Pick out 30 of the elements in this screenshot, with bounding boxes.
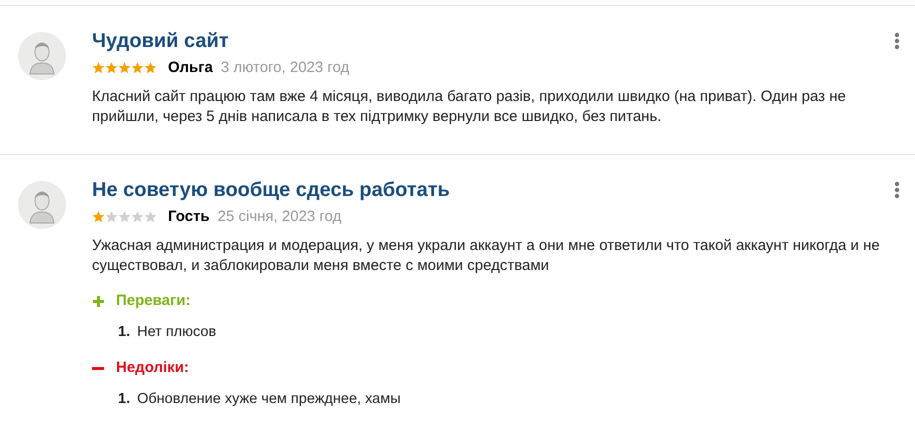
review-title[interactable]: Не советую вообще сдесь работать <box>92 177 450 203</box>
review-title[interactable]: Чудовий сайт <box>92 28 229 54</box>
section-heading: Недоліки: <box>116 358 189 378</box>
star-icon <box>118 211 131 223</box>
review-date: 3 лютого, 2023 год <box>220 58 350 78</box>
star-icon <box>105 62 118 74</box>
review-text: Класний сайт працюю там вже 4 місяця, виводила багато разів, приходили швидко (на приват). Один раз не прийшли, через 5 днів написала в тех підтримку вернули все швидко, без питань. <box>92 87 847 127</box>
list-number: 1. <box>118 390 130 410</box>
star-icon <box>144 62 157 74</box>
list-number: 1. <box>118 323 130 342</box>
star-icon <box>92 62 105 74</box>
list-item-text: Обновление хуже чем прежднее, хамы <box>137 390 401 410</box>
avatar-icon <box>18 181 66 229</box>
star-icon <box>105 211 118 223</box>
minus-icon <box>92 366 104 370</box>
more-options-icon[interactable] <box>894 181 900 199</box>
star-icon <box>118 62 131 74</box>
star-icon <box>92 211 105 223</box>
more-options-icon[interactable] <box>894 32 900 50</box>
star-icon <box>144 211 157 223</box>
author-name: Гость <box>168 206 210 227</box>
author-name: Ольга <box>168 58 213 78</box>
plus-icon <box>92 296 104 306</box>
avatar-icon <box>18 32 66 80</box>
review-text: Ужасная администрация и модерация, у меня украли аккаунт а они мне ответили что такой аккаунт никогда и не существовал, и заблокировали меня вместе с моими средствами <box>92 236 881 276</box>
section-heading: Переваги: <box>116 290 190 311</box>
list-item-text: Нет плюсов <box>137 323 216 342</box>
review-date: 25 січня, 2023 год <box>218 206 342 227</box>
star-icon <box>131 211 144 223</box>
star-icon <box>131 62 144 74</box>
